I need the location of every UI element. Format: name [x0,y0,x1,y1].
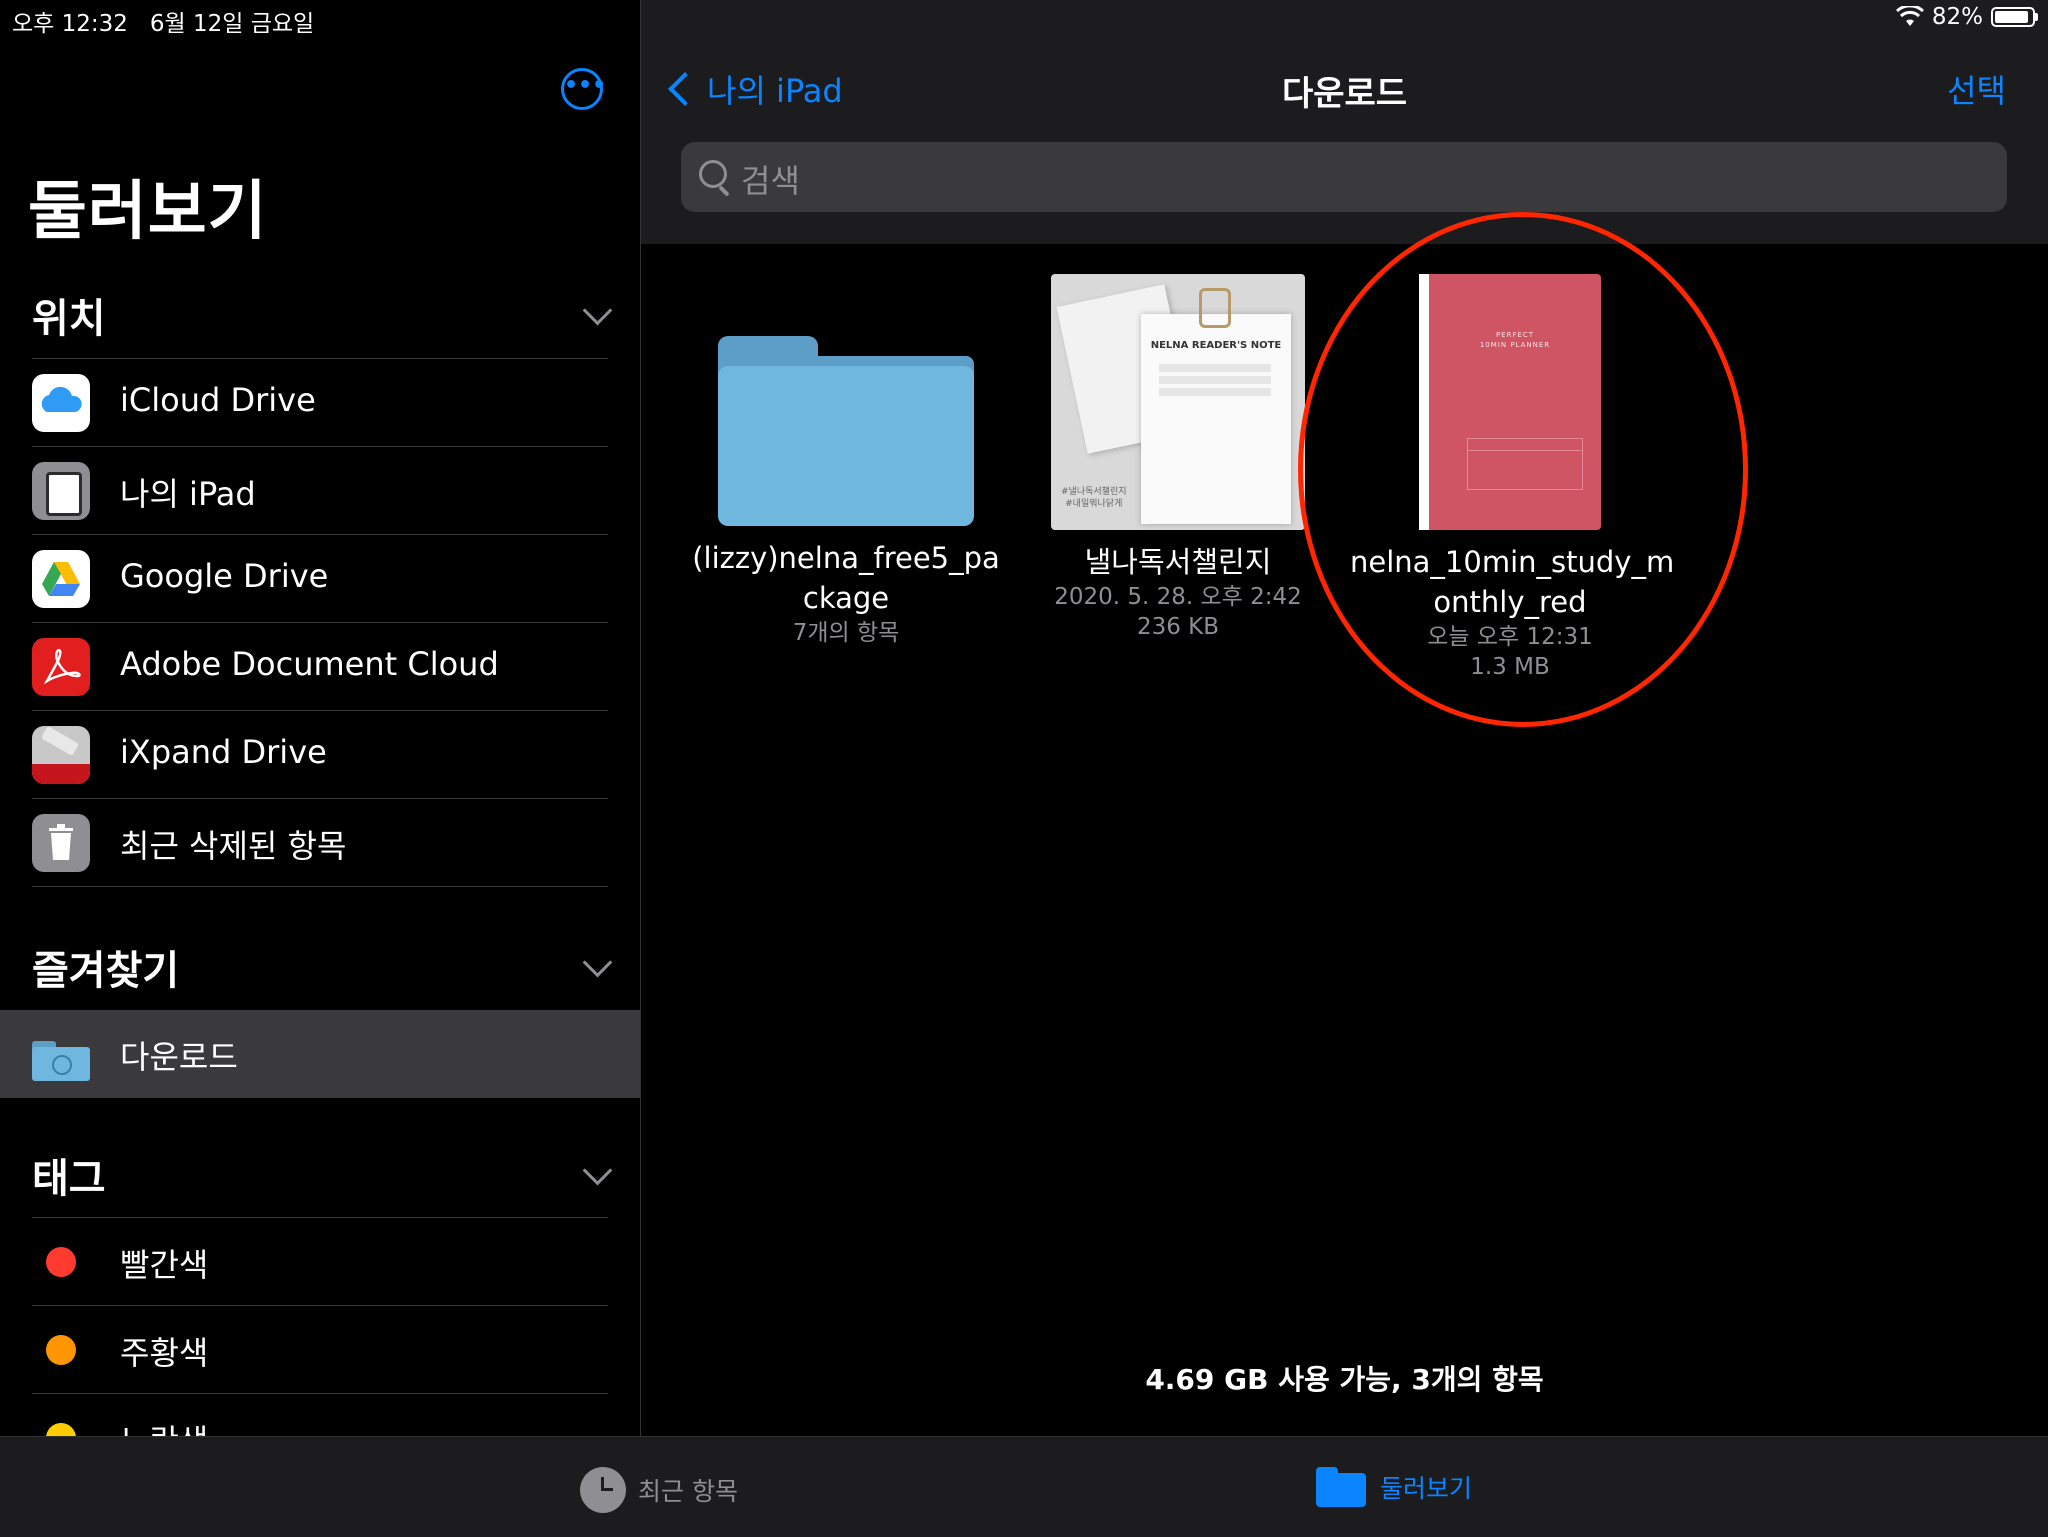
ixpand-icon [32,726,90,784]
status-bar: 오후 12:32 6월 12일 금요일 82% [0,0,2048,40]
tab-browse[interactable]: 둘러보기 [1316,1467,1472,1507]
file-name: 낼나독서챌린지 [1084,545,1272,579]
status-time: 오후 12:32 6월 12일 금요일 [12,4,314,38]
date-text: 6월 12일 금요일 [149,11,315,37]
file-meta: 7개의 항목 [792,620,900,646]
sidebar-item-label: iCloud Drive [120,381,316,419]
tab-label: 둘러보기 [1380,1474,1473,1503]
storage-info: 4.69 GB 사용 가능, 3개의 항목 [1145,1363,1544,1396]
sidebar-item-google-drive[interactable]: Google Drive [32,534,608,623]
file-name: (lizzy)nelna_free5_pa ckage [692,541,1000,615]
select-button[interactable]: 선택 [1947,66,2006,112]
orange-tag-dot-icon [46,1335,76,1365]
folder-icon [718,326,974,526]
status-right: 82% [1895,4,2038,30]
sidebar-item-label: Adobe Document Cloud [120,645,499,683]
trash-icon [32,814,90,872]
sidebar-item-label: 빨간색 [120,1246,209,1284]
divider [32,886,608,887]
document-thumbnail: NELNA READER'S NOTE #낼나독서챌린지 #내일뭐나닭게 [1051,274,1305,530]
sidebar-item-label: 나의 iPad [120,475,256,513]
tab-label: 최근 항목 [638,1477,738,1506]
sidebar-item-adobe-document-cloud[interactable]: Adobe Document Cloud [32,622,608,711]
download-folder-icon [32,1025,90,1083]
page-title: 다운로드 [1281,74,1408,114]
section-header-favorites[interactable]: 즐겨찾기 [32,938,613,998]
clock-icon [580,1467,626,1513]
sidebar-item-label: 주황색 [120,1334,209,1372]
section-header-locations[interactable]: 위치 [32,286,613,346]
search-placeholder: 검색 [741,162,800,200]
sidebar: ••• 둘러보기 위치 iCloud Drive 나의 iPad Google … [0,0,641,1436]
section-label: 즐겨찾기 [32,948,180,994]
red-tag-dot-icon [46,1247,76,1277]
sidebar-item-label: iXpand Drive [120,733,327,771]
tab-recents[interactable]: 최근 항목 [580,1467,738,1513]
sidebar-item-label: Google Drive [120,557,329,595]
icloud-icon [32,374,90,432]
battery-icon [1991,7,2035,27]
file-meta: 2020. 5. 28. 오후 2:42 236 KB [1054,584,1302,640]
sidebar-item-tag-yellow[interactable]: 노란색 [32,1393,608,1436]
chevron-down-icon[interactable] [582,295,613,326]
wifi-icon [1895,6,1924,26]
tab-bar: 최근 항목 둘러보기 [0,1436,2048,1537]
annotation-circle [1298,212,1748,727]
more-options-button[interactable]: ••• [561,68,606,110]
sidebar-item-recently-deleted[interactable]: 최근 삭제된 항목 [32,798,608,887]
battery-percent: 82% [1931,4,1983,30]
section-header-tags[interactable]: 태그 [32,1146,613,1206]
sidebar-item-icloud-drive[interactable]: iCloud Drive [32,358,608,447]
file-item-reader-note[interactable]: NELNA READER'S NOTE #낼나독서챌린지 #내일뭐나닭게 낼나독… [1018,274,1338,642]
sidebar-item-downloads[interactable]: 다운로드 [0,1010,640,1098]
sidebar-item-label: 최근 삭제된 항목 [120,827,347,865]
adobe-icon [32,638,90,696]
sidebar-item-tag-orange[interactable]: 주황색 [32,1305,608,1394]
sidebar-item-my-ipad[interactable]: 나의 iPad [32,446,608,535]
yellow-tag-dot-icon [46,1423,76,1436]
main-content: 나의 iPad 다운로드 선택 검색 (lizzy)nelna_free5_pa… [641,0,2048,1436]
ipad-icon [32,462,90,520]
search-field[interactable]: 검색 [681,142,2007,212]
google-drive-icon [32,550,90,608]
sidebar-item-tag-red[interactable]: 빨간색 [32,1217,608,1306]
section-label: 위치 [32,296,106,342]
sidebar-item-label: 노란색 [120,1416,208,1436]
time-text: 오후 12:32 [12,11,128,37]
section-label: 태그 [32,1156,106,1202]
search-icon [699,160,727,188]
sidebar-item-ixpand-drive[interactable]: iXpand Drive [32,710,608,799]
chevron-down-icon[interactable] [582,1155,613,1186]
file-item-folder[interactable]: (lizzy)nelna_free5_pa ckage 7개의 항목 [686,326,1006,648]
sidebar-title: 둘러보기 [28,175,268,249]
chevron-down-icon[interactable] [582,947,613,978]
folder-icon [1316,1467,1366,1507]
sidebar-item-label: 다운로드 [120,1038,238,1076]
